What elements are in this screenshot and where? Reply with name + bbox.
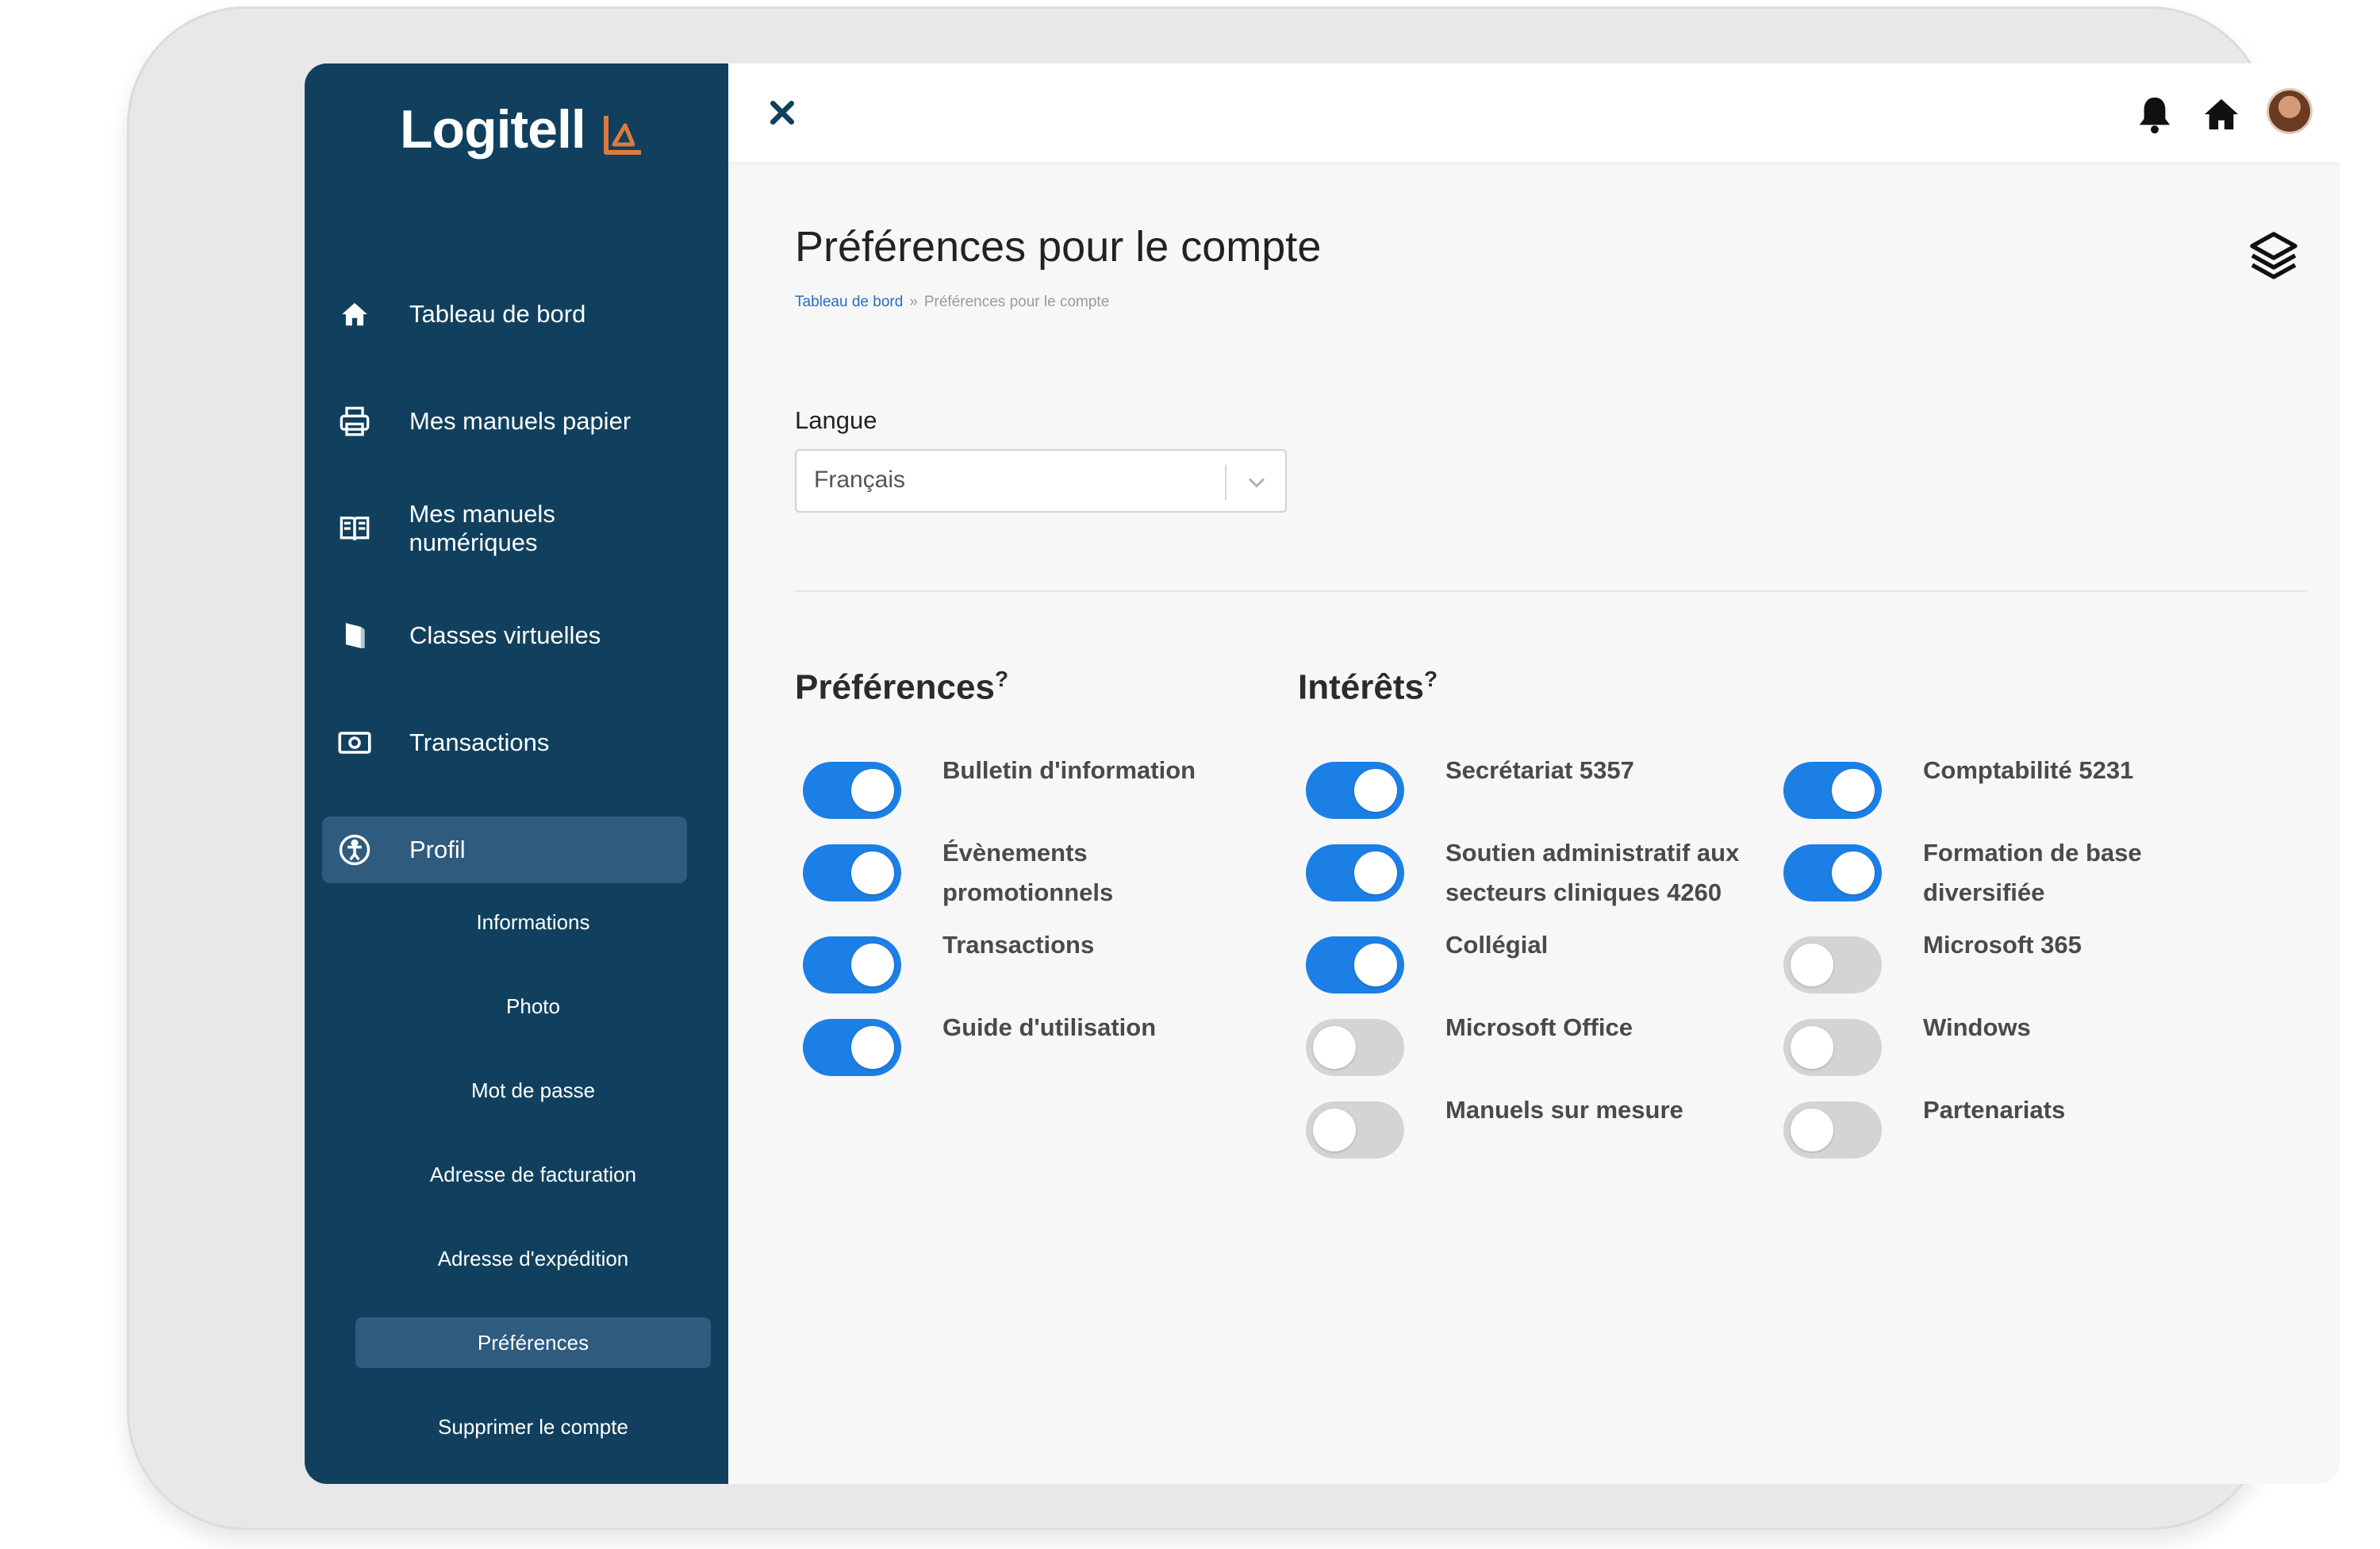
home-icon[interactable] [2201,94,2242,135]
preferences-title: Préférences? [795,667,1008,708]
subitem-adresse-de-facturation[interactable]: Adresse de facturation [355,1149,711,1200]
sidebar-item-label: Mes manuels numériques [409,500,555,556]
language-select[interactable]: Français [795,449,1287,513]
option-label: Évènements promotionnels [942,839,1114,906]
toggle-comptabilite-5231[interactable] [1783,762,1882,819]
preferences-title-text: Préférences [795,667,995,707]
open-book-icon [338,512,370,545]
virtual-class-icon [338,619,371,652]
option-label: Soutien administratif aux secteurs clini… [1445,839,1740,906]
sidebar-item-label: Tableau de bord [409,300,586,328]
option-label: Transactions [942,931,1095,959]
toggle-knob [851,769,894,812]
main-content: Préférences pour le compte Tableau de bo… [728,63,2340,1484]
sidebar-item-mes-manuels-papier[interactable]: Mes manuels papier [322,388,687,455]
interests-title-text: Intérêts [1298,667,1424,707]
option-label: Bulletin d'information [942,756,1196,784]
sidebar-item-label: Profil [409,836,466,863]
breadcrumb-separator: » [909,294,918,310]
sidebar-item-classes-virtuelles[interactable]: Classes virtuelles [322,602,687,669]
option-label: Windows [1923,1013,2031,1041]
layers-icon[interactable] [2245,227,2302,284]
sidebar-item-profil[interactable]: Profil [322,817,687,883]
toggle-knob [1791,1109,1833,1151]
toggle-knob [1354,769,1397,812]
option-label: Collégial [1445,931,1549,959]
subitem-adresse-d-expedition[interactable]: Adresse d'expédition [355,1233,711,1284]
toggle-knob [851,944,894,986]
sidebar-item-label: Transactions [409,728,550,756]
option-label: Guide d'utilisation [942,1013,1157,1041]
breadcrumb: Tableau de bord » Préférences pour le co… [795,294,1109,311]
toggle-knob [851,1026,894,1069]
toggle-knob [1791,944,1833,986]
breadcrumb-current: Préférences pour le compte [923,294,1110,310]
topbar [728,63,2340,162]
money-icon [338,726,371,759]
toggle-windows[interactable] [1783,1019,1882,1076]
toggle-guide-d-utilisation[interactable] [803,1019,901,1076]
language-label: Langue [795,406,877,434]
toggle-knob [1832,769,1875,812]
app-screen: Logitell Tableau de bord Mes manuels pap… [305,63,2340,1484]
subitem-informations[interactable]: Informations [355,897,711,947]
toggle-bulletin-d-information[interactable] [803,762,901,819]
sidebar-item-transactions[interactable]: Transactions [322,709,687,776]
option-label: Secrétariat 5357 [1445,756,1634,784]
toggle-transactions[interactable] [803,936,901,994]
sidebar-item-label: Mes manuels papier [409,407,631,435]
logo-text: Logitell [400,99,586,160]
logo-mark-icon [603,116,641,155]
logo[interactable]: Logitell [400,98,646,160]
subitem-mot-de-passe[interactable]: Mot de passe [355,1065,711,1116]
bell-icon[interactable] [2134,94,2175,135]
avatar[interactable] [2269,90,2310,132]
chevron-down-icon [1248,478,1265,488]
language-select-value: Français [814,467,906,493]
sidebar-item-mes-manuels-numeriques[interactable]: Mes manuels numériques [322,495,687,562]
person-icon [338,833,371,867]
preferences-help[interactable]: ? [995,667,1008,691]
breadcrumb-home-link[interactable]: Tableau de bord [795,294,903,311]
toggle-formation-de-base-diversifiee[interactable] [1783,844,1882,901]
toggle-partenariats[interactable] [1783,1101,1882,1159]
toggle-knob [1832,851,1875,894]
option-label: Partenariats [1923,1096,2066,1124]
close-icon[interactable] [766,97,798,129]
option-label: Manuels sur mesure [1445,1096,1683,1124]
sidebar-item-label: Classes virtuelles [409,621,601,649]
toggle-knob [851,851,894,894]
toggle-secretariat-5357[interactable] [1306,762,1404,819]
home-icon [338,298,371,331]
toggle-microsoft-office[interactable] [1306,1019,1404,1076]
toggle-evenements-promotionnels[interactable] [803,844,901,901]
option-label: Microsoft 365 [1923,931,2082,959]
option-label: Microsoft Office [1445,1013,1633,1041]
sidebar-item-tableau-de-bord[interactable]: Tableau de bord [322,281,687,348]
subitem-preferences[interactable]: Préférences [355,1317,711,1368]
toggle-knob [1313,1109,1356,1151]
sidebar: Logitell Tableau de bord Mes manuels pap… [305,63,728,1484]
interests-help[interactable]: ? [1424,667,1438,691]
interests-title: Intérêts? [1298,667,1438,708]
page-title: Préférences pour le compte [795,223,1322,271]
printer-icon [338,405,371,438]
option-label: Formation de base diversifiée [1923,839,2142,906]
toggle-knob [1354,944,1397,986]
tablet-frame: Logitell Tableau de bord Mes manuels pap… [127,6,2340,1530]
toggle-collegial[interactable] [1306,936,1404,994]
section-divider [795,590,2307,592]
subitem-photo[interactable]: Photo [355,981,711,1032]
toggle-soutien-administratif[interactable] [1306,844,1404,901]
select-separator [1225,465,1226,500]
toggle-manuels-sur-mesure[interactable] [1306,1101,1404,1159]
toggle-knob [1313,1026,1356,1069]
subitem-supprimer-le-compte[interactable]: Supprimer le compte [355,1401,711,1452]
toggle-microsoft-365[interactable] [1783,936,1882,994]
toggle-knob [1354,851,1397,894]
toggle-knob [1791,1026,1833,1069]
option-label: Comptabilité 5231 [1923,756,2134,784]
